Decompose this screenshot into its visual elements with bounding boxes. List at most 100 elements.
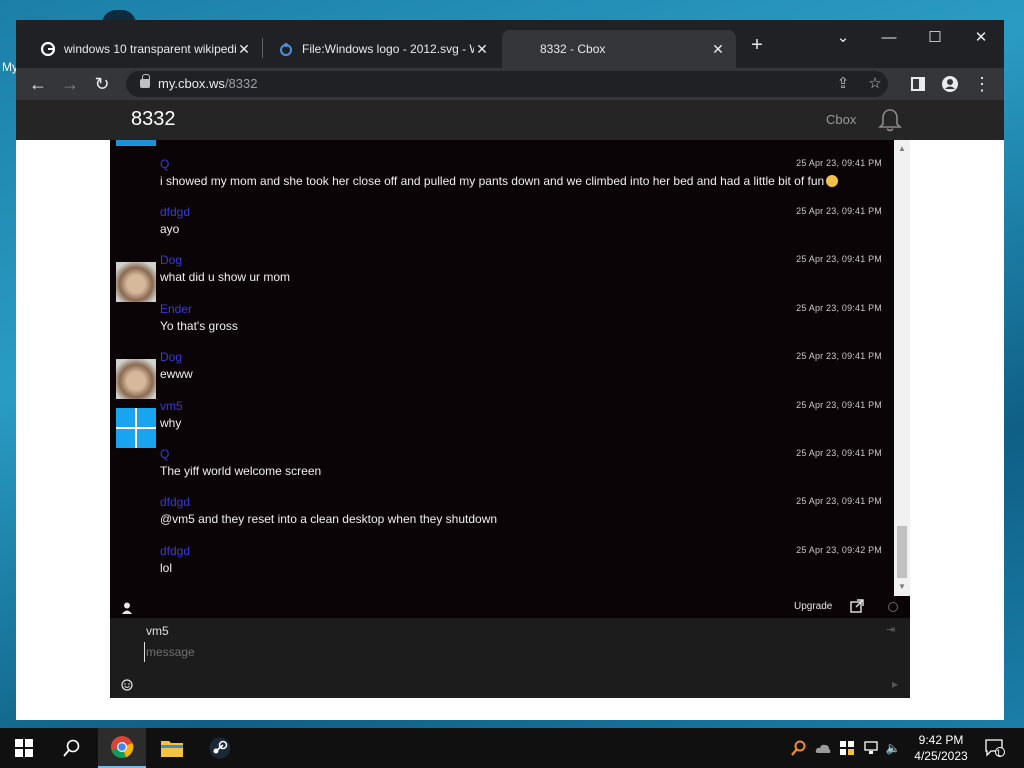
volume-icon[interactable]: 🔈: [885, 740, 901, 756]
chat-message: Q 25 Apr 23, 09:41 PM The yiff world wel…: [110, 446, 894, 492]
side-panel-icon[interactable]: [906, 72, 930, 96]
message-composer: vm5 ⇥ ▶: [110, 618, 910, 698]
message-time: 25 Apr 23, 09:42 PM: [796, 545, 882, 555]
minimize-button[interactable]: —: [866, 24, 912, 52]
tab-strip: windows 10 transparent wikipedi ✕ File:W…: [16, 20, 1004, 68]
windows-logo-avatar: [116, 408, 156, 448]
chat-box: Q 25 Apr 23, 09:41 PM i showed my mom an…: [110, 140, 910, 698]
new-tab-button[interactable]: +: [746, 34, 768, 56]
chat-message: vm5 25 Apr 23, 09:41 PM why: [110, 398, 894, 448]
address-bar[interactable]: my.cbox.ws/8332 ⇪ ☆: [126, 71, 888, 97]
system-clock[interactable]: 9:42 PM 4/25/2023: [906, 732, 976, 764]
clock-date: 4/25/2023: [914, 749, 968, 763]
reload-button[interactable]: ↻: [90, 72, 114, 96]
message-author[interactable]: Dog: [160, 350, 182, 364]
tab-search-icon[interactable]: ⌄: [820, 24, 866, 52]
scrollbar-thumb[interactable]: [897, 526, 907, 578]
tab-title: windows 10 transparent wikipedi: [64, 42, 236, 56]
chat-message: dfdgd 25 Apr 23, 09:41 PM @vm5 and they …: [110, 494, 894, 540]
status-circle-icon[interactable]: [888, 602, 898, 612]
onedrive-icon[interactable]: [815, 740, 831, 756]
message-author[interactable]: Dog: [160, 253, 182, 267]
message-text: Yo that's gross: [160, 319, 238, 333]
chat-message: Q 25 Apr 23, 09:41 PM i showed my mom an…: [110, 156, 894, 202]
close-tab-icon[interactable]: ✕: [474, 41, 490, 58]
message-time: 25 Apr 23, 09:41 PM: [796, 206, 882, 216]
message-author[interactable]: dfdgd: [160, 495, 190, 509]
message-text: The yiff world welcome screen: [160, 464, 322, 478]
scroll-down-icon[interactable]: ▼: [894, 580, 910, 594]
bookmark-star-icon[interactable]: ☆: [864, 73, 886, 95]
profile-icon[interactable]: [938, 72, 962, 96]
message-text: lol: [160, 561, 173, 575]
maximize-button[interactable]: ☐: [912, 24, 958, 52]
close-tab-icon[interactable]: ✕: [710, 41, 726, 58]
message-author[interactable]: vm5: [160, 399, 183, 413]
username-label[interactable]: vm5: [146, 624, 169, 638]
page-title: 8332: [131, 108, 176, 130]
chrome-taskbar-button[interactable]: [98, 728, 146, 768]
message-scrollbar[interactable]: ▲ ▼: [894, 140, 910, 596]
message-author[interactable]: dfdgd: [160, 544, 190, 558]
start-button[interactable]: [0, 728, 48, 768]
tab-divider: [262, 38, 263, 58]
message-text: ayo: [160, 222, 180, 236]
avatar: [116, 359, 156, 399]
message-time: 25 Apr 23, 09:41 PM: [796, 351, 882, 361]
chat-message: Dog 25 Apr 23, 09:41 PM ewww: [110, 349, 894, 399]
tab-title: 8332 - Cbox: [540, 42, 606, 56]
message-list[interactable]: Q 25 Apr 23, 09:41 PM i showed my mom an…: [110, 140, 894, 596]
tray-search-icon[interactable]: [791, 740, 807, 756]
send-arrow-icon[interactable]: ▶: [892, 680, 898, 689]
search-icon: [63, 739, 80, 757]
tab-windows-logo-file[interactable]: File:Windows logo - 2012.svg - W ✕: [264, 30, 500, 68]
message-time: 25 Apr 23, 09:41 PM: [796, 303, 882, 313]
folder-icon: [161, 741, 183, 757]
url-host: my.cbox.ws: [158, 76, 225, 91]
message-author[interactable]: Q: [160, 157, 169, 171]
chat-message: Dog 25 Apr 23, 09:41 PM what did u show …: [110, 252, 894, 302]
message-author[interactable]: Q: [160, 447, 169, 461]
smiley-icon[interactable]: [121, 678, 133, 691]
url-text[interactable]: my.cbox.ws/8332: [158, 76, 257, 91]
cbox-brand-link[interactable]: Cbox: [826, 112, 856, 127]
upgrade-link[interactable]: Upgrade: [794, 601, 832, 612]
windows-security-icon[interactable]: [839, 740, 855, 756]
message-time: 25 Apr 23, 09:41 PM: [796, 496, 882, 506]
login-icon[interactable]: ⇥: [886, 624, 898, 636]
menu-kebab-icon[interactable]: ⋮: [970, 72, 994, 96]
lock-icon: [140, 74, 150, 88]
search-button[interactable]: [48, 728, 96, 768]
tab-windows-search[interactable]: windows 10 transparent wikipedi ✕: [26, 30, 262, 68]
forward-button[interactable]: →: [58, 72, 82, 96]
message-text: what did u show ur mom: [160, 270, 291, 284]
file-explorer-button[interactable]: [148, 728, 196, 768]
bell-icon[interactable]: [878, 107, 902, 133]
cbox-icon: [516, 41, 532, 57]
close-window-button[interactable]: ✕: [958, 24, 1004, 52]
url-path: /8332: [224, 76, 258, 91]
tab-cbox[interactable]: 8332 - Cbox ✕: [502, 30, 736, 68]
network-icon[interactable]: [863, 740, 879, 756]
message-text: @vm5 and they reset into a clean desktop…: [160, 512, 498, 526]
message-author[interactable]: dfdgd: [160, 205, 190, 219]
popout-icon[interactable]: [850, 599, 864, 613]
user-list-icon[interactable]: [122, 601, 132, 614]
scroll-up-icon[interactable]: ▲: [894, 142, 910, 156]
share-icon[interactable]: ⇪: [832, 73, 854, 95]
message-time: 25 Apr 23, 09:41 PM: [796, 254, 882, 264]
message-time: 25 Apr 23, 09:41 PM: [796, 448, 882, 458]
message-input[interactable]: [144, 642, 864, 662]
close-tab-icon[interactable]: ✕: [236, 41, 252, 58]
windows-start-icon: [15, 739, 33, 757]
avatar: [116, 262, 156, 302]
steam-icon: [209, 737, 231, 759]
message-time: 25 Apr 23, 09:41 PM: [796, 400, 882, 410]
steam-button[interactable]: [196, 728, 244, 768]
notification-center-icon[interactable]: [984, 739, 1006, 757]
message-author[interactable]: Ender: [160, 302, 192, 316]
chat-message: dfdgd 25 Apr 23, 09:41 PM ayo: [110, 204, 894, 250]
cookie-emoji-icon: [826, 175, 839, 187]
message-text: i showed my mom and she took her close o…: [160, 174, 839, 188]
back-button[interactable]: ←: [26, 72, 50, 96]
